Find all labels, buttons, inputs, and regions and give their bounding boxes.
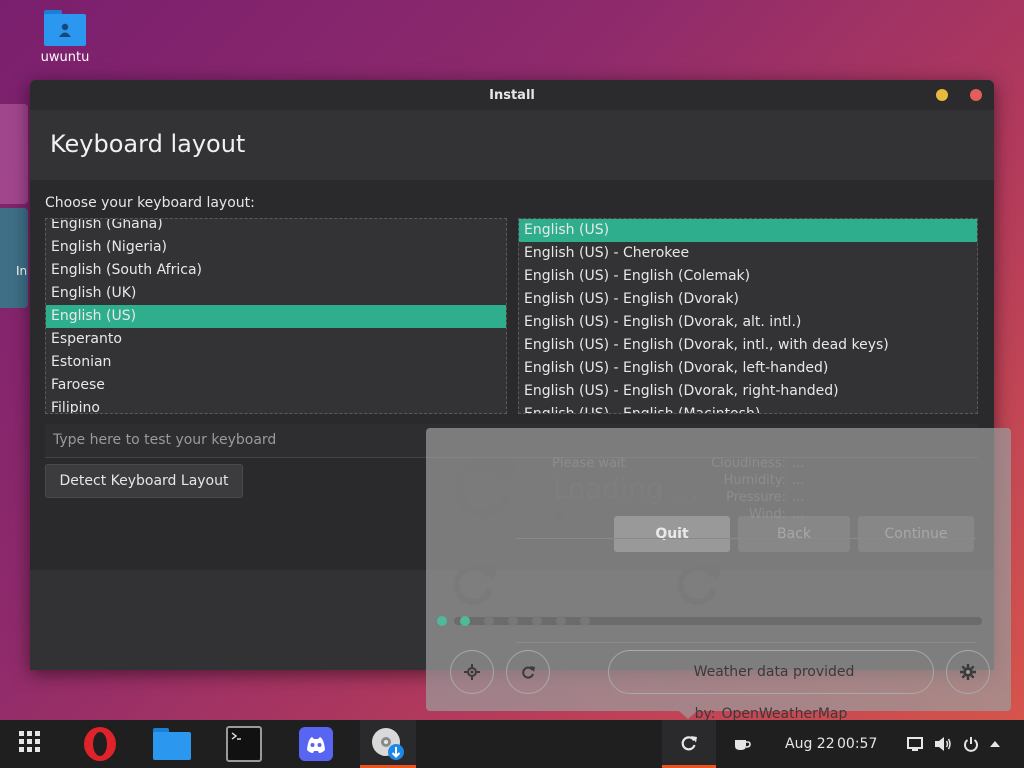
power-indicator[interactable] (960, 720, 982, 768)
please-wait-text: Please wait (552, 456, 626, 471)
list-item[interactable]: English (US) - English (Colemak) (519, 265, 977, 288)
installer-icon (372, 727, 404, 760)
caffeine-applet[interactable] (724, 720, 760, 768)
list-item[interactable]: English (UK) (46, 282, 506, 305)
cloudiness-label: Cloudiness: (711, 456, 786, 471)
tray-expand-button[interactable] (986, 720, 1004, 768)
refresh-icon (681, 735, 697, 750)
volume-indicator[interactable] (932, 720, 954, 768)
crosshair-icon (464, 664, 480, 680)
app-grid-icon (19, 731, 40, 752)
continue-button[interactable]: Continue (858, 516, 974, 552)
progress-dot (532, 616, 542, 626)
progress-dot (580, 616, 590, 626)
pressure-value: ... (792, 490, 805, 505)
weather-provider-button[interactable]: Weather data provided by: OpenWeatherMap (608, 650, 934, 722)
terminal-launcher[interactable] (216, 720, 272, 768)
weather-applet[interactable] (662, 720, 716, 768)
close-button[interactable] (970, 89, 982, 101)
display-indicator[interactable] (904, 720, 926, 768)
opera-launcher[interactable] (72, 720, 128, 768)
app-grid-button[interactable] (8, 720, 56, 768)
discord-icon (299, 727, 333, 761)
clock-time[interactable]: 00:57 (837, 736, 877, 752)
refresh-icon (522, 666, 535, 679)
list-item[interactable]: English (Ghana) (46, 219, 506, 236)
quit-button[interactable]: Quit (614, 516, 730, 552)
list-item[interactable]: English (South Africa) (46, 259, 506, 282)
status-dot (437, 616, 447, 626)
settings-button[interactable] (946, 650, 990, 694)
weather-popup: Please wait Loading ... Cloudiness: ... … (426, 428, 1011, 722)
locate-button[interactable] (450, 650, 494, 694)
discord-launcher[interactable] (288, 720, 344, 768)
humidity-value: ... (792, 473, 805, 488)
terminal-icon (226, 726, 262, 762)
progress-dot (460, 616, 470, 626)
progress-dot (508, 616, 518, 626)
list-item[interactable]: English (US) - English (Dvorak, right-ha… (519, 380, 977, 403)
window-title: Install (489, 87, 535, 103)
files-launcher[interactable] (144, 720, 200, 768)
divider (516, 538, 976, 539)
pressure-label: Pressure: (726, 490, 786, 505)
list-item[interactable]: Esperanto (46, 328, 506, 351)
taskbar: Aug 22 00:57 (0, 720, 1024, 768)
list-item[interactable]: English (US) - English (Macintosh) (519, 403, 977, 413)
list-item-selected[interactable]: English (US) (519, 219, 977, 242)
opera-icon (84, 727, 116, 761)
minimize-button[interactable] (936, 89, 948, 101)
list-item[interactable]: English (Nigeria) (46, 236, 506, 259)
progress-dot (484, 616, 494, 626)
coffee-cup-icon (735, 740, 751, 750)
layout-list[interactable]: English (Ghana) English (Nigeria) Englis… (45, 218, 507, 414)
page-title: Keyboard layout (30, 110, 994, 180)
detect-layout-button[interactable]: Detect Keyboard Layout (45, 464, 243, 498)
list-item[interactable]: English (US) - English (Dvorak, alt. int… (519, 311, 977, 334)
power-icon (964, 737, 978, 752)
background-window-edge: In (0, 208, 28, 308)
screen-icon (907, 737, 923, 751)
back-button[interactable]: Back (738, 516, 850, 552)
installer-launcher[interactable] (360, 720, 416, 768)
clock-date[interactable]: Aug 22 (785, 736, 835, 752)
progress-dot (556, 616, 566, 626)
background-window-label: In (16, 264, 28, 278)
list-item[interactable]: English (US) - Cherokee (519, 242, 977, 265)
layout-prompt: Choose your keyboard layout: (45, 195, 255, 211)
list-item[interactable]: English (US) - English (Dvorak) (519, 288, 977, 311)
gear-icon (960, 664, 976, 680)
humidity-label: Humidity: (723, 473, 786, 488)
refresh-icon (454, 461, 516, 518)
files-icon (153, 728, 191, 760)
volume-icon (935, 737, 951, 751)
window-titlebar[interactable]: Install (30, 80, 994, 110)
forecast-progress-bar (454, 616, 982, 626)
desktop-home-folder[interactable]: uwuntu (36, 10, 94, 65)
background-window-edge (0, 104, 28, 204)
list-item[interactable]: Faroese (46, 374, 506, 397)
list-item[interactable]: Estonian (46, 351, 506, 374)
chevron-up-icon (990, 741, 1000, 747)
desktop-icon-label: uwuntu (40, 50, 90, 65)
folder-icon (44, 10, 86, 46)
list-item[interactable]: Filipino (46, 397, 506, 413)
refresh-icon (677, 564, 722, 605)
variant-list[interactable]: English (US) English (US) - Cherokee Eng… (518, 218, 978, 414)
loading-text: Loading ... (553, 472, 700, 505)
cloudiness-value: ... (792, 456, 805, 471)
reload-button[interactable] (506, 650, 550, 694)
list-item[interactable]: English (US) - English (Dvorak, left-han… (519, 357, 977, 380)
divider (516, 642, 976, 643)
list-item-selected[interactable]: English (US) (46, 305, 506, 328)
refresh-icon (453, 564, 498, 605)
popup-arrow (679, 711, 697, 719)
list-item[interactable]: English (US) - English (Dvorak, intl., w… (519, 334, 977, 357)
